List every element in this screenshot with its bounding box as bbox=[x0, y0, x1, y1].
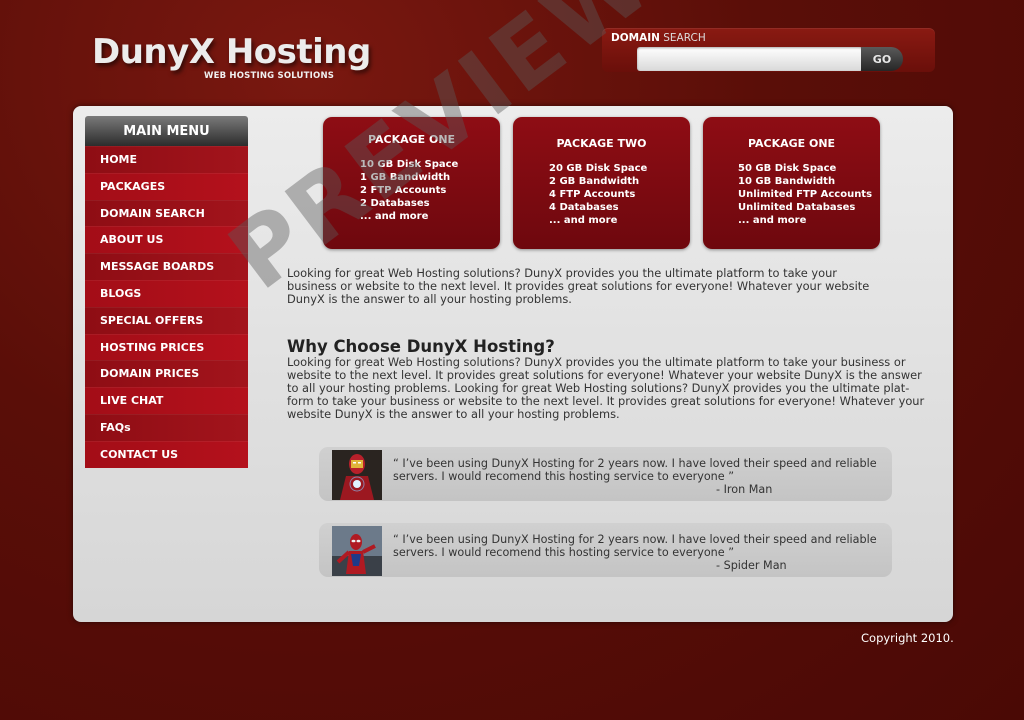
package-feature: Unlimited Databases bbox=[738, 202, 856, 213]
package-title: PACKAGE ONE bbox=[747, 137, 836, 150]
package-feature: 20 GB Disk Space bbox=[549, 163, 648, 174]
package-title: PACKAGE ONE bbox=[367, 133, 456, 146]
package-feature: 50 GB Disk Space bbox=[738, 163, 837, 174]
package-more-link[interactable]: ... and more bbox=[738, 214, 880, 227]
menu-item-about-us[interactable]: ABOUT US bbox=[85, 226, 248, 254]
iron-man-avatar bbox=[332, 450, 382, 500]
package-more-link[interactable]: ... and more bbox=[360, 210, 500, 223]
menu-item-faqs[interactable]: FAQs bbox=[85, 413, 248, 441]
testimonial-author: - Iron Man bbox=[716, 483, 773, 496]
package-feature: 1 GB Bandwidth bbox=[360, 172, 451, 183]
spider-man-avatar bbox=[332, 526, 382, 576]
domain-search-input[interactable] bbox=[637, 47, 863, 71]
domain-search-label: DOMAIN SEARCH bbox=[611, 32, 706, 44]
package-feature: 2 GB Bandwidth bbox=[549, 176, 640, 187]
menu-item-domain-search[interactable]: DOMAIN SEARCH bbox=[85, 199, 248, 227]
package-card-3[interactable]: PACKAGE ONE 50 GB Disk Space 10 GB Bandw… bbox=[703, 117, 880, 249]
package-feature: 10 GB Bandwidth bbox=[738, 176, 836, 187]
package-card-2[interactable]: PACKAGE TWO 20 GB Disk Space 2 GB Bandwi… bbox=[513, 117, 690, 249]
main-menu-title: MAIN MENU bbox=[85, 116, 248, 146]
package-feature: 4 Databases bbox=[549, 202, 619, 213]
testimonial-card: “ I’ve been using DunyX Hosting for 2 ye… bbox=[319, 523, 892, 577]
why-choose-heading: Why Choose DunyX Hosting? bbox=[287, 337, 555, 356]
package-feature: 2 Databases bbox=[360, 198, 430, 209]
site-tagline: WEB HOSTING SOLUTIONS bbox=[204, 71, 335, 81]
site-title: DunyX Hosting bbox=[92, 32, 371, 72]
package-feature: Unlimited FTP Accounts bbox=[738, 189, 873, 200]
package-features: 10 GB Disk Space 1 GB Bandwidth 2 FTP Ac… bbox=[360, 158, 500, 223]
menu-item-live-chat[interactable]: LIVE CHAT bbox=[85, 387, 248, 414]
package-more-link[interactable]: ... and more bbox=[549, 214, 690, 227]
menu-item-domain-prices[interactable]: DOMAIN PRICES bbox=[85, 360, 248, 388]
copyright-text: Copyright 2010. bbox=[861, 631, 954, 645]
menu-item-packages[interactable]: PACKAGES bbox=[85, 172, 248, 200]
package-feature: 2 FTP Accounts bbox=[360, 185, 447, 196]
testimonial-author: - Spider Man bbox=[716, 559, 787, 572]
menu-item-contact-us[interactable]: CONTACT US bbox=[85, 440, 248, 468]
intro-paragraph: Looking for great Web Hosting solutions?… bbox=[287, 266, 870, 306]
package-features: 50 GB Disk Space 10 GB Bandwidth Unlimit… bbox=[738, 162, 880, 227]
package-title: PACKAGE TWO bbox=[556, 137, 647, 150]
package-feature: 4 FTP Accounts bbox=[549, 189, 636, 200]
menu-item-message-boards[interactable]: MESSAGE BOARDS bbox=[85, 253, 248, 280]
domain-search-box: DOMAIN SEARCH GO bbox=[602, 28, 935, 72]
package-features: 20 GB Disk Space 2 GB Bandwidth 4 FTP Ac… bbox=[549, 162, 690, 227]
package-card-1[interactable]: PACKAGE ONE 10 GB Disk Space 1 GB Bandwi… bbox=[323, 117, 500, 249]
menu-item-home[interactable]: HOME bbox=[85, 146, 248, 173]
why-choose-paragraph: Looking for great Web Hosting solutions?… bbox=[287, 355, 925, 421]
testimonial-quote: “ I’ve been using DunyX Hosting for 2 ye… bbox=[393, 533, 877, 559]
search-go-button[interactable]: GO bbox=[861, 47, 903, 71]
testimonial-quote: “ I’ve been using DunyX Hosting for 2 ye… bbox=[393, 457, 877, 483]
menu-item-blogs[interactable]: BLOGS bbox=[85, 279, 248, 307]
package-feature: 10 GB Disk Space bbox=[360, 159, 459, 170]
menu-item-special-offers[interactable]: SPECIAL OFFERS bbox=[85, 306, 248, 334]
main-menu: MAIN MENU HOME PACKAGES DOMAIN SEARCH AB… bbox=[85, 116, 248, 468]
menu-item-hosting-prices[interactable]: HOSTING PRICES bbox=[85, 333, 248, 361]
testimonial-card: “ I’ve been using DunyX Hosting for 2 ye… bbox=[319, 447, 892, 501]
site-logo[interactable]: DunyX Hosting WEB HOSTING SOLUTIONS bbox=[92, 32, 371, 81]
